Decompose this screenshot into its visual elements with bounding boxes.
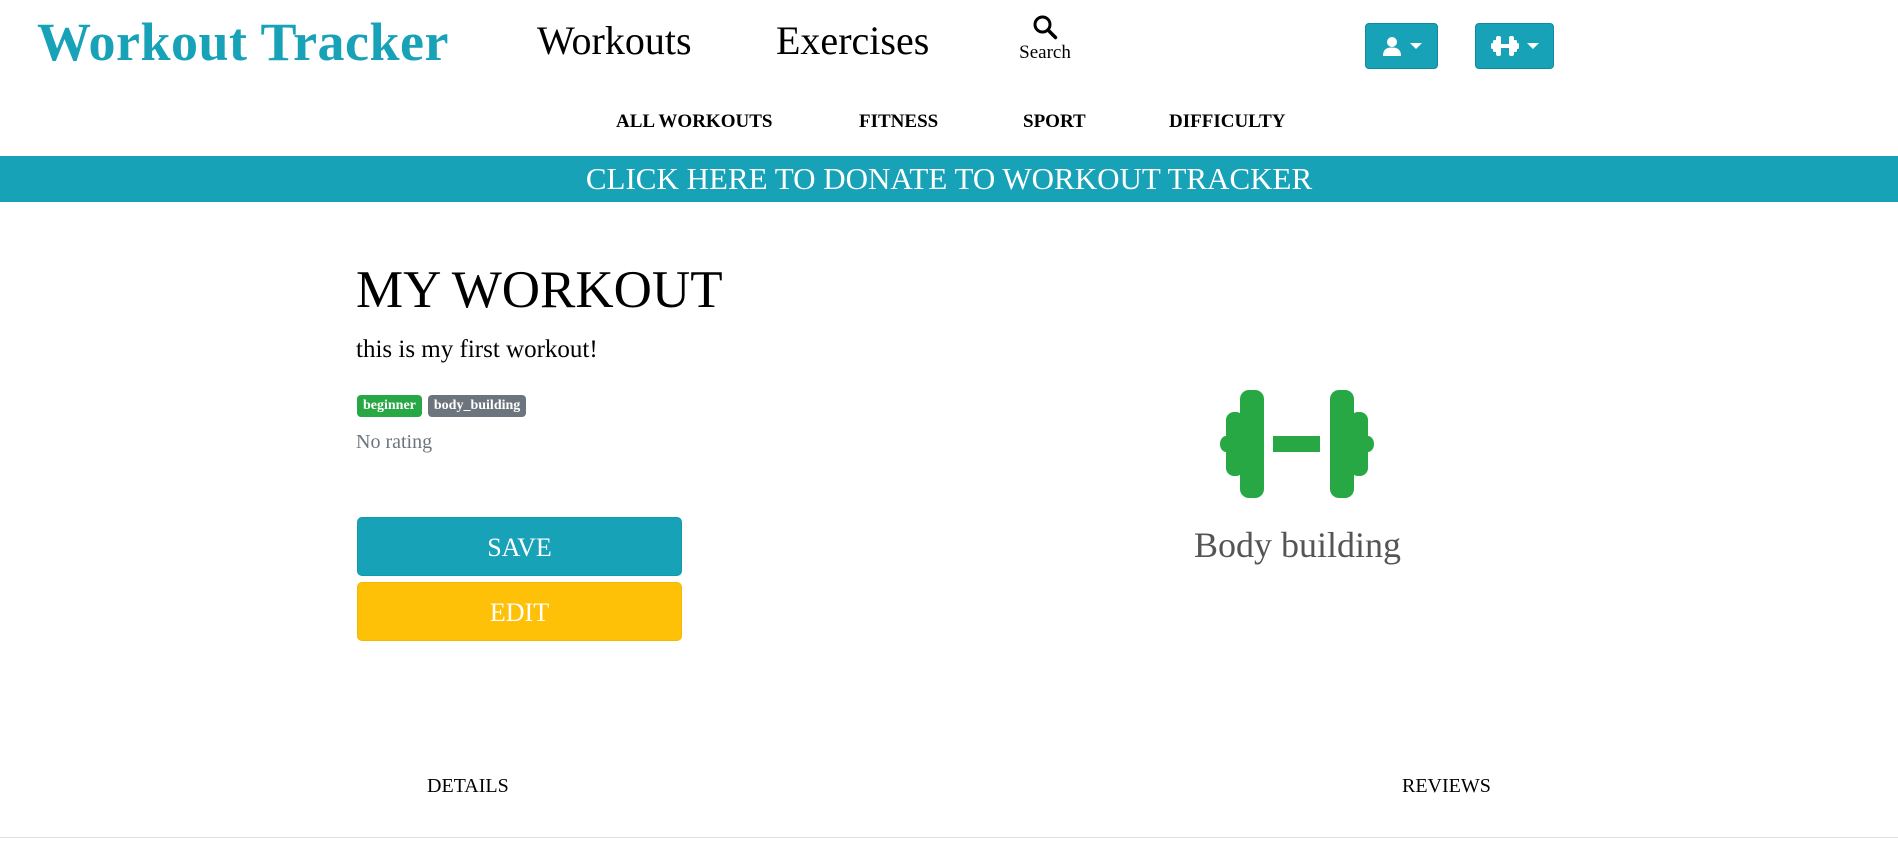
tag-badge-difficulty: beginner <box>357 395 422 417</box>
subnav-fitness[interactable]: FITNESS <box>859 110 938 134</box>
dumbbell-icon <box>1490 36 1519 56</box>
user-icon <box>1382 37 1401 56</box>
search-label: Search <box>1019 42 1071 63</box>
subnav-sport[interactable]: SPORT <box>1023 110 1086 134</box>
subnav-all-workouts[interactable]: ALL WORKOUTS <box>616 110 772 134</box>
caret-down-icon <box>1526 43 1539 49</box>
edit-button[interactable]: EDIT <box>357 582 682 641</box>
search-icon <box>1033 15 1058 40</box>
caret-down-icon <box>1409 43 1422 49</box>
tab-details[interactable]: DETAILS <box>427 774 509 798</box>
search-link[interactable]: Search <box>1010 14 1080 64</box>
workout-menu-dropdown[interactable] <box>1475 23 1554 69</box>
tab-reviews[interactable]: REVIEWS <box>1402 774 1491 798</box>
workout-title: MY WORKOUT <box>356 261 723 319</box>
save-button[interactable]: SAVE <box>357 517 682 576</box>
tag-badge-type: body_building <box>427 395 527 417</box>
subnav-difficulty[interactable]: DIFFICULTY <box>1169 110 1286 134</box>
tag-list: beginner body_building <box>357 395 527 417</box>
workout-description: this is my first workout! <box>356 336 598 363</box>
nav-workouts-link[interactable]: Workouts <box>537 16 692 66</box>
donate-banner[interactable]: CLICK HERE TO DONATE TO WORKOUT TRACKER <box>0 156 1898 202</box>
top-navbar: Workout Tracker Workouts Exercises Searc… <box>0 0 1898 96</box>
brand-logo[interactable]: Workout Tracker <box>37 10 449 74</box>
dumbbell-icon <box>1220 390 1374 498</box>
category-subnav: ALL WORKOUTS FITNESS SPORT DIFFICULTY <box>0 110 1898 136</box>
workout-type-label: Body building <box>1193 525 1402 565</box>
nav-exercises-link[interactable]: Exercises <box>776 16 929 66</box>
rating-text: No rating <box>356 431 433 453</box>
tab-divider <box>0 837 1898 838</box>
user-menu-dropdown[interactable] <box>1365 23 1438 69</box>
